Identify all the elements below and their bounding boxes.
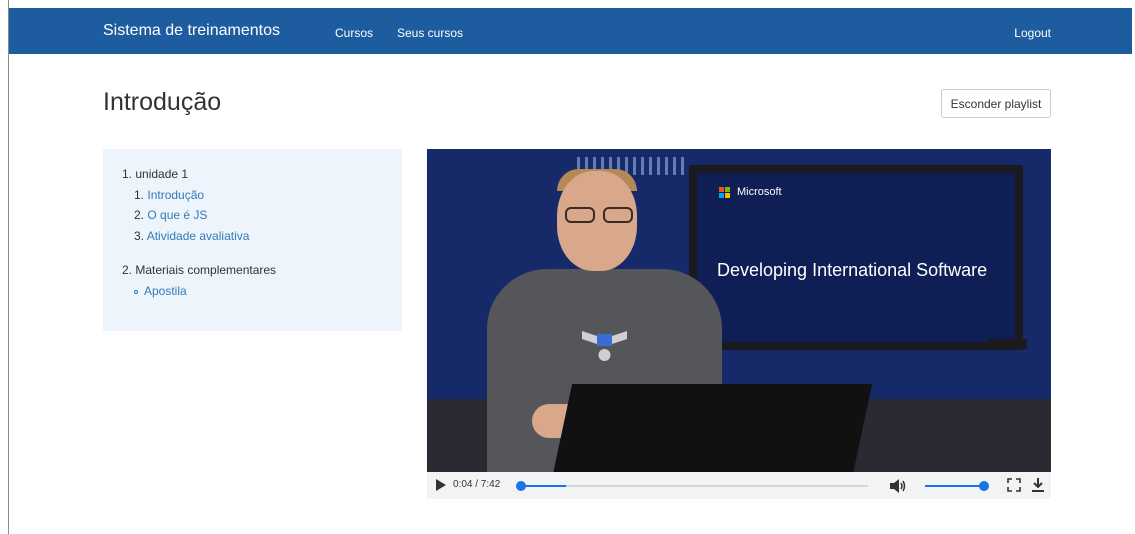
video-frame[interactable]: Microsoft Developing International Softw… <box>427 149 1051 472</box>
brand-title[interactable]: Sistema de treinamentos <box>103 22 280 40</box>
unit-heading: 1. unidade 1 <box>122 167 189 181</box>
screen-stand <box>987 339 1027 349</box>
lesson-link-atividade-avaliativa[interactable]: 3. Atividade avaliativa <box>134 229 249 243</box>
desk-monitor <box>551 384 873 472</box>
volume-slider[interactable] <box>925 485 985 487</box>
progress-bar[interactable] <box>516 481 868 491</box>
lesson-link-o-que-e-js[interactable]: 2. O que é JS <box>134 208 207 222</box>
lesson-link-introducao[interactable]: 1. Introdução <box>134 188 204 202</box>
nav-link-cursos[interactable]: Cursos <box>335 26 373 40</box>
lesson-number: 1. <box>134 188 145 202</box>
bullet-icon <box>134 289 138 294</box>
lesson-label: O que é JS <box>147 208 208 222</box>
page-title: Introdução <box>103 88 222 116</box>
progress-knob[interactable] <box>516 481 526 491</box>
unit-heading: 2. Materiais complementares <box>122 263 277 277</box>
presentation-screen: Microsoft Developing International Softw… <box>689 165 1023 350</box>
playlist-panel: 1. unidade 1 1. Introdução 2. O que é JS… <box>103 149 402 331</box>
microsoft-logo-icon <box>719 187 731 199</box>
volume-icon[interactable] <box>889 478 907 494</box>
nav-link-seus-cursos[interactable]: Seus cursos <box>397 26 463 40</box>
download-icon[interactable] <box>1031 477 1045 493</box>
toggle-playlist-button[interactable]: Esconder playlist <box>941 89 1051 118</box>
glasses <box>565 207 635 223</box>
time-display: 0:04 / 7:42 <box>453 479 501 490</box>
navbar: Sistema de treinamentos Cursos Seus curs… <box>9 8 1132 54</box>
screen-brand: Microsoft <box>737 186 782 198</box>
play-icon[interactable] <box>436 479 446 491</box>
lesson-link-apostila[interactable]: Apostila <box>134 284 187 298</box>
logout-link[interactable]: Logout <box>1014 26 1051 40</box>
lesson-label: Introdução <box>147 188 205 202</box>
screen-title: Developing International Software <box>717 260 988 280</box>
video-controls: 0:04 / 7:42 <box>427 472 1051 499</box>
volume-knob[interactable] <box>979 481 989 491</box>
lesson-number: 3. <box>134 229 145 243</box>
lesson-label: Atividade avaliativa <box>146 229 250 243</box>
shirt-emblem-icon <box>582 331 627 361</box>
lesson-label: Apostila <box>144 284 187 298</box>
lesson-number: 2. <box>134 208 145 222</box>
window-left-border <box>8 0 9 534</box>
fullscreen-icon[interactable] <box>1007 478 1021 492</box>
